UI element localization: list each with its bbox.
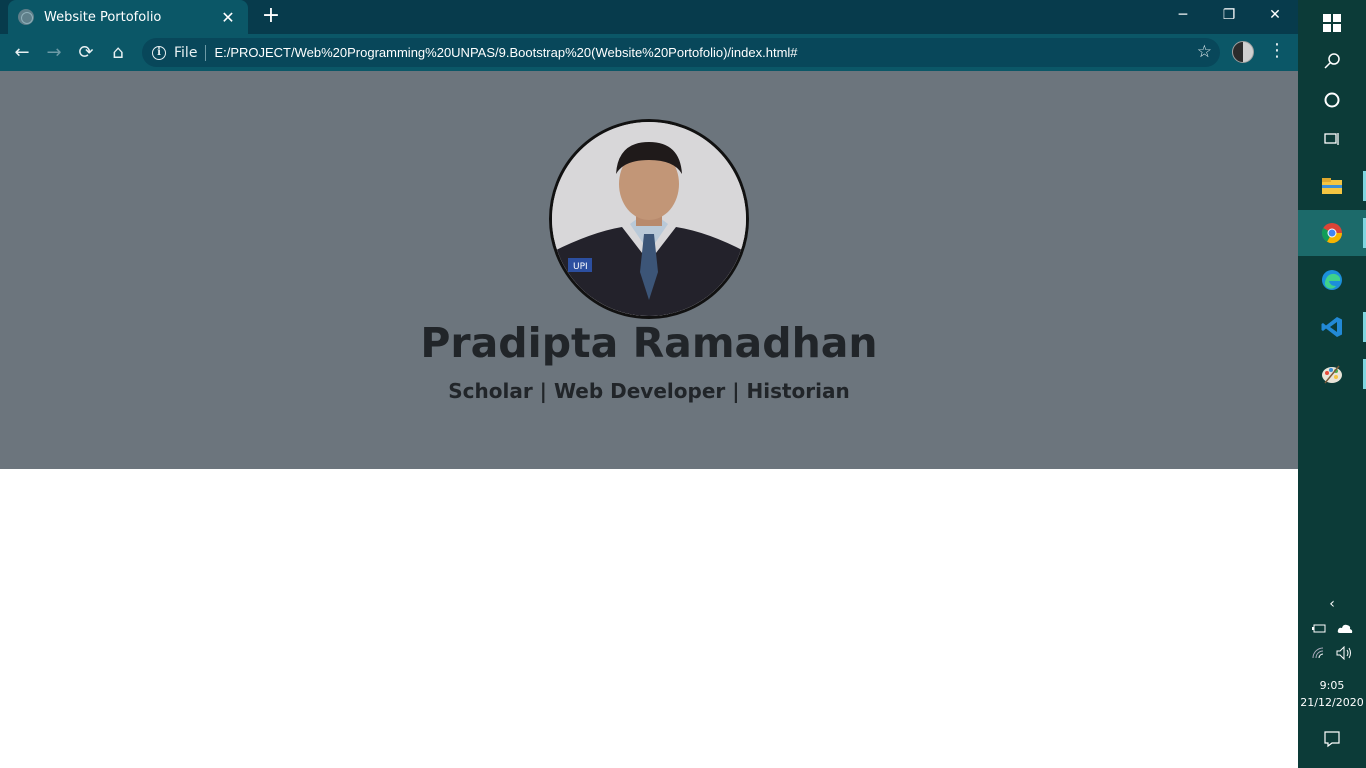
- page-content: UPI Pradipta Ramadhan Scholar | Web Deve…: [0, 71, 1298, 768]
- address-bar[interactable]: i File E:/PROJECT/Web%20Programming%20UN…: [142, 38, 1220, 67]
- jumbotron: UPI Pradipta Ramadhan Scholar | Web Deve…: [0, 71, 1298, 469]
- paint-icon[interactable]: [1298, 351, 1366, 397]
- forward-button[interactable]: →: [38, 37, 70, 69]
- tab-website-portofolio[interactable]: Website Portofolio ✕: [8, 0, 248, 34]
- url-text[interactable]: E:/PROJECT/Web%20Programming%20UNPAS/9.B…: [214, 45, 797, 60]
- battery-icon[interactable]: [1311, 622, 1327, 634]
- bookmark-star-icon[interactable]: ☆: [1197, 42, 1212, 62]
- file-explorer-icon[interactable]: [1298, 163, 1366, 209]
- browser-menu-button[interactable]: ⋮: [1268, 41, 1286, 63]
- browser-window: Website Portofolio ✕ + ─ ❐ ✕ ← → ⟳ ⌂ i F…: [0, 0, 1298, 768]
- tray-expand-icon[interactable]: ‹: [1298, 596, 1366, 612]
- wifi-icon[interactable]: [1311, 646, 1327, 660]
- action-center-icon[interactable]: [1298, 730, 1366, 752]
- browser-toolbar: ← → ⟳ ⌂ i File E:/PROJECT/Web%20Programm…: [0, 34, 1298, 71]
- svg-text:UPI: UPI: [573, 262, 588, 272]
- restore-button[interactable]: ❐: [1206, 0, 1252, 30]
- chrome-icon[interactable]: [1298, 210, 1366, 256]
- tab-close-button[interactable]: ✕: [218, 8, 238, 27]
- profile-photo-illustration: UPI: [552, 122, 746, 316]
- close-window-button[interactable]: ✕: [1252, 0, 1298, 30]
- tray-row-2: [1298, 646, 1366, 660]
- reload-button[interactable]: ⟳: [70, 37, 102, 69]
- onedrive-cloud-icon[interactable]: [1337, 622, 1353, 634]
- vscode-icon[interactable]: [1298, 304, 1366, 350]
- window-controls: ─ ❐ ✕: [1160, 0, 1298, 30]
- tab-bar: Website Portofolio ✕ + ─ ❐ ✕: [0, 0, 1298, 34]
- minimize-button[interactable]: ─: [1160, 0, 1206, 30]
- home-button[interactable]: ⌂: [102, 37, 134, 69]
- new-tab-button[interactable]: +: [258, 4, 284, 30]
- info-icon[interactable]: i: [152, 45, 166, 60]
- volume-icon[interactable]: [1336, 646, 1354, 660]
- windows-taskbar: ‹ 9:05 21/12/2020: [1298, 0, 1366, 768]
- tab-title: Website Portofolio: [44, 9, 162, 25]
- globe-icon: [18, 9, 34, 25]
- profile-avatar-button[interactable]: [1232, 41, 1254, 63]
- clock-date[interactable]: 21/12/2020: [1298, 696, 1366, 709]
- clock-time[interactable]: 9:05: [1298, 679, 1366, 692]
- task-view-icon[interactable]: [1298, 116, 1366, 162]
- tray-row-1: [1298, 622, 1366, 634]
- scheme-label: File: [174, 44, 207, 61]
- back-button[interactable]: ←: [6, 37, 38, 69]
- edge-icon[interactable]: [1298, 257, 1366, 303]
- profile-photo: UPI: [549, 119, 749, 319]
- page-subtitle: Scholar | Web Developer | Historian: [448, 379, 850, 403]
- page-title: Pradipta Ramadhan: [420, 319, 878, 367]
